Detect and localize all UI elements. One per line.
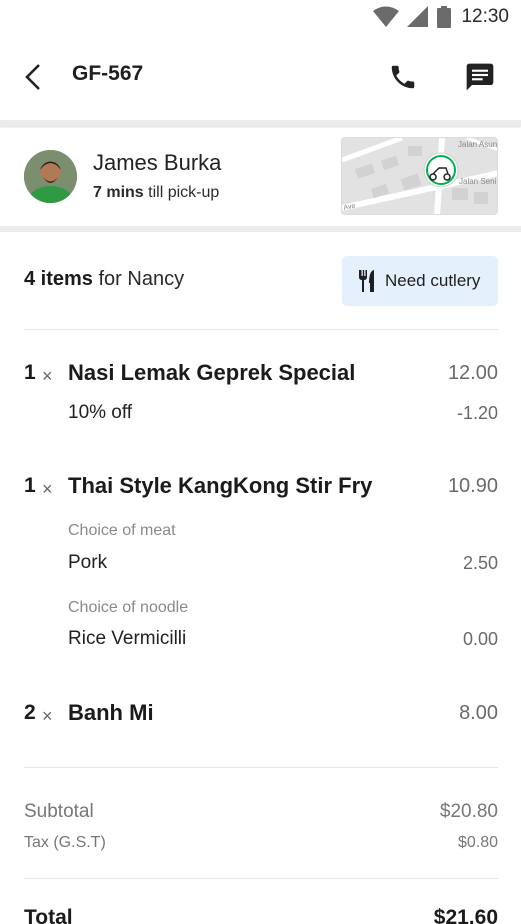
status-time: 12:30 xyxy=(461,6,509,27)
signal-icon xyxy=(407,6,429,27)
pickup-mins: 7 mins xyxy=(93,184,144,201)
item-price: 10.90 xyxy=(447,475,498,497)
item-qty: 2 xyxy=(24,701,36,724)
driver-name: James Burka xyxy=(93,150,222,175)
item-discount-value: -1.20 xyxy=(456,403,498,423)
call-button[interactable] xyxy=(384,58,422,96)
option-value: Rice Vermicilli xyxy=(68,628,187,649)
tax-label: Tax (G.S.T) xyxy=(24,834,106,851)
subtotal-value: $20.80 xyxy=(439,801,498,822)
items-for: for Nancy xyxy=(92,268,185,290)
wifi-icon xyxy=(373,6,400,27)
item-qty: 1 xyxy=(24,474,36,497)
times-icon: × xyxy=(42,479,53,499)
summary-divider xyxy=(24,767,498,768)
item-name: Thai Style KangKong Stir Fry xyxy=(68,473,373,498)
option-price: 2.50 xyxy=(462,553,498,573)
back-arrow-icon xyxy=(25,64,40,90)
map-label-jalan-seni: Jalan Seni xyxy=(459,177,497,186)
items-count-number: 4 items xyxy=(24,268,93,290)
need-cutlery-label: Need cutlery xyxy=(385,271,481,290)
driver-avatar xyxy=(24,150,77,203)
item-price: 8.00 xyxy=(459,702,498,724)
item-price: 12.00 xyxy=(447,362,498,384)
option-price: 0.00 xyxy=(462,629,498,649)
phone-icon xyxy=(391,65,415,89)
tax-value: $0.80 xyxy=(457,834,498,851)
option-label: Choice of meat xyxy=(68,522,176,539)
item-name: Banh Mi xyxy=(68,700,154,725)
order-id-title: GF-567 xyxy=(72,62,144,85)
total-label: Total xyxy=(24,906,73,924)
total-value: $21.60 xyxy=(433,906,498,924)
map-label-jalan-asun: Jalan Asun xyxy=(458,140,497,149)
battery-icon xyxy=(437,6,452,28)
item-qty: 1 xyxy=(24,361,36,384)
need-cutlery-button[interactable]: Need cutlery xyxy=(342,256,498,306)
item-name: Nasi Lemak Geprek Special xyxy=(68,360,356,385)
items-divider xyxy=(24,329,498,330)
cutlery-icon xyxy=(359,270,374,292)
subtotal-label: Subtotal xyxy=(24,801,94,822)
status-bar: 12:30 xyxy=(0,0,521,34)
item-discount-label: 10% off xyxy=(68,402,133,423)
times-icon: × xyxy=(42,706,53,726)
app-bar: GF-567 xyxy=(0,34,521,120)
items-header: 4 items for Nancy Need cutlery xyxy=(0,232,521,330)
pickup-suffix: till pick-up xyxy=(143,184,220,201)
map-thumbnail[interactable]: Jalan Asun Jalan Seni Ave xyxy=(341,137,498,215)
driver-card[interactable]: James Burka 7 mins till pick-up Jalan As… xyxy=(0,126,521,226)
pickup-eta: 7 mins till pick-up xyxy=(93,184,219,202)
message-button[interactable] xyxy=(460,58,500,96)
items-count: 4 items for Nancy xyxy=(24,268,184,291)
option-value: Pork xyxy=(68,552,108,573)
back-button[interactable] xyxy=(18,60,48,94)
option-label: Choice of noodle xyxy=(68,599,189,616)
total-divider xyxy=(24,878,498,879)
times-icon: × xyxy=(42,366,53,386)
message-icon xyxy=(466,63,494,91)
